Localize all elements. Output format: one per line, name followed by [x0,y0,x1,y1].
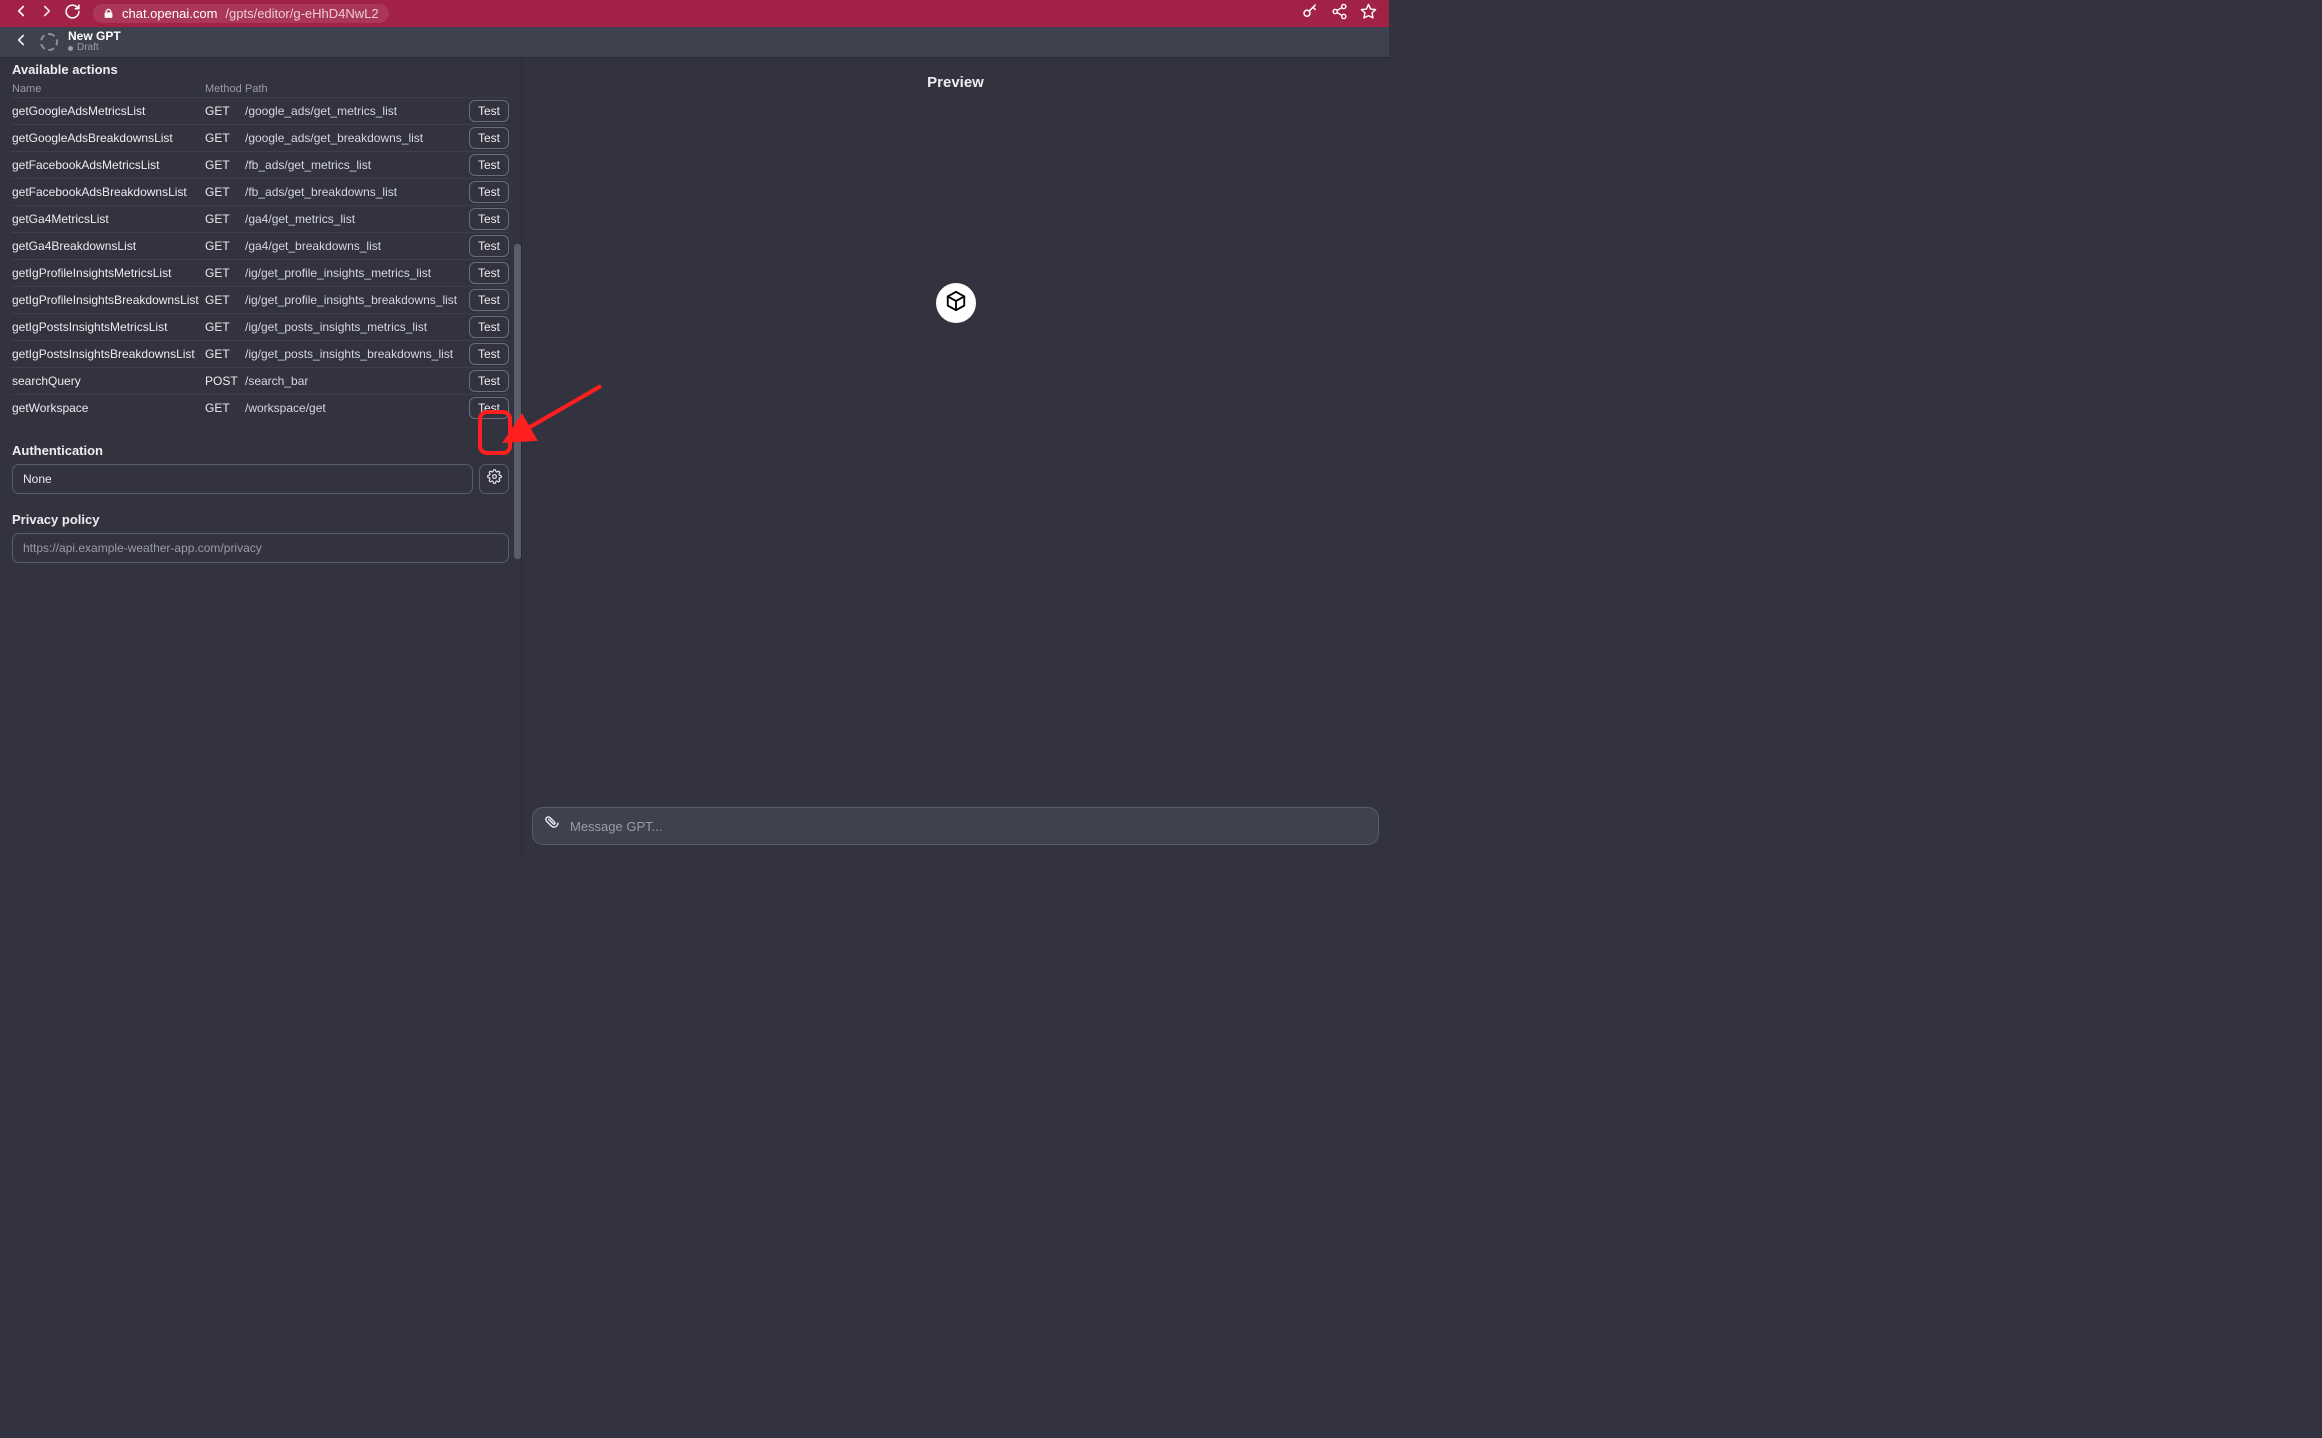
privacy-policy-section: Privacy policy [12,508,509,563]
action-row: searchQueryPOST/search_barTest [12,367,509,394]
action-name: getIgProfileInsightsBreakdownsList [12,293,205,307]
action-name: getIgPostsInsightsBreakdownsList [12,347,205,361]
preview-heading: Preview [522,74,1389,91]
browser-url-bar[interactable]: chat.openai.com/gpts/editor/g-eHhD4NwL2 [93,4,389,23]
action-name: getFacebookAdsBreakdownsList [12,185,205,199]
action-name: getGa4MetricsList [12,212,205,226]
app-header: New GPT Draft [0,27,1389,58]
action-method: GET [205,104,245,118]
star-icon[interactable] [1360,3,1377,25]
column-header-method: Method [205,83,245,95]
privacy-policy-heading: Privacy policy [12,512,509,527]
message-input[interactable] [570,819,1368,834]
action-method: GET [205,185,245,199]
action-path: /fb_ads/get_metrics_list [245,158,469,172]
privacy-policy-input[interactable] [12,533,509,563]
status-dot-icon [68,46,73,51]
action-path: /search_bar [245,374,469,388]
action-row: getFacebookAdsBreakdownsListGET/fb_ads/g… [12,178,509,205]
action-path: /ga4/get_breakdowns_list [245,239,469,253]
action-name: getFacebookAdsMetricsList [12,158,205,172]
lock-icon [103,8,114,19]
action-name: getGoogleAdsBreakdownsList [12,131,205,145]
test-button[interactable]: Test [469,397,509,419]
authentication-heading: Authentication [12,443,509,458]
test-button[interactable]: Test [469,316,509,338]
action-row: getIgPostsInsightsMetricsListGET/ig/get_… [12,313,509,340]
preview-panel: Preview [521,58,1389,859]
authentication-settings-button[interactable] [479,464,509,494]
scrollbar-thumb[interactable] [514,244,521,559]
share-icon[interactable] [1331,3,1348,25]
test-button[interactable]: Test [469,208,509,230]
action-row: getIgProfileInsightsBreakdownsListGET/ig… [12,286,509,313]
test-button[interactable]: Test [469,100,509,122]
configure-panel: Available actions Name Method Path getGo… [0,58,521,859]
key-icon[interactable] [1301,2,1319,25]
action-row: getFacebookAdsMetricsListGET/fb_ads/get_… [12,151,509,178]
browser-toolbar: chat.openai.com/gpts/editor/g-eHhD4NwL2 [0,0,1389,27]
available-actions-heading: Available actions [12,62,509,77]
actions-table: Name Method Path getGoogleAdsMetricsList… [12,79,509,421]
action-method: GET [205,401,245,415]
action-row: getIgPostsInsightsBreakdownsListGET/ig/g… [12,340,509,367]
action-row: getGoogleAdsMetricsListGET/google_ads/ge… [12,97,509,124]
cube-icon [945,290,967,317]
action-path: /ig/get_profile_insights_metrics_list [245,266,469,280]
action-method: GET [205,212,245,226]
action-method: GET [205,293,245,307]
gear-icon [487,469,502,489]
test-button[interactable]: Test [469,343,509,365]
action-name: searchQuery [12,374,205,388]
test-button[interactable]: Test [469,370,509,392]
action-name: getGoogleAdsMetricsList [12,104,205,118]
action-row: getGoogleAdsBreakdownsListGET/google_ads… [12,124,509,151]
gpt-avatar-badge [936,283,976,323]
browser-url-host: chat.openai.com [122,6,217,21]
browser-url-path: /gpts/editor/g-eHhD4NwL2 [225,6,378,21]
test-button[interactable]: Test [469,289,509,311]
action-path: /ga4/get_metrics_list [245,212,469,226]
action-method: GET [205,320,245,334]
action-name: getIgProfileInsightsMetricsList [12,266,205,280]
test-button[interactable]: Test [469,154,509,176]
action-name: getWorkspace [12,401,205,415]
action-path: /google_ads/get_breakdowns_list [245,131,469,145]
action-row: getIgProfileInsightsMetricsListGET/ig/ge… [12,259,509,286]
test-button[interactable]: Test [469,127,509,149]
message-input-bar[interactable] [532,807,1379,845]
authentication-value[interactable]: None [12,464,473,494]
action-method: GET [205,266,245,280]
action-method: GET [205,239,245,253]
action-method: GET [205,158,245,172]
column-header-path: Path [245,83,469,95]
action-name: getGa4BreakdownsList [12,239,205,253]
action-row: getWorkspaceGET/workspace/getTest [12,394,509,421]
browser-back-icon[interactable] [12,2,30,25]
action-method: GET [205,131,245,145]
gpt-avatar-placeholder [40,33,58,51]
action-path: /workspace/get [245,401,469,415]
column-header-name: Name [12,83,205,95]
action-name: getIgPostsInsightsMetricsList [12,320,205,334]
action-path: /fb_ads/get_breakdowns_list [245,185,469,199]
browser-forward-icon[interactable] [38,2,56,25]
action-path: /ig/get_posts_insights_metrics_list [245,320,469,334]
authentication-section: Authentication None [12,439,509,494]
test-button[interactable]: Test [469,262,509,284]
back-button[interactable] [12,31,30,54]
attachment-icon[interactable] [543,815,560,837]
scrollbar-track [514,58,521,859]
test-button[interactable]: Test [469,181,509,203]
action-path: /ig/get_posts_insights_breakdowns_list [245,347,469,361]
action-row: getGa4MetricsListGET/ga4/get_metrics_lis… [12,205,509,232]
action-path: /google_ads/get_metrics_list [245,104,469,118]
browser-reload-icon[interactable] [64,3,81,25]
action-path: /ig/get_profile_insights_breakdowns_list [245,293,469,307]
action-method: GET [205,347,245,361]
gpt-draft-status: Draft [68,43,121,54]
test-button[interactable]: Test [469,235,509,257]
action-row: getGa4BreakdownsListGET/ga4/get_breakdow… [12,232,509,259]
action-method: POST [205,374,245,388]
